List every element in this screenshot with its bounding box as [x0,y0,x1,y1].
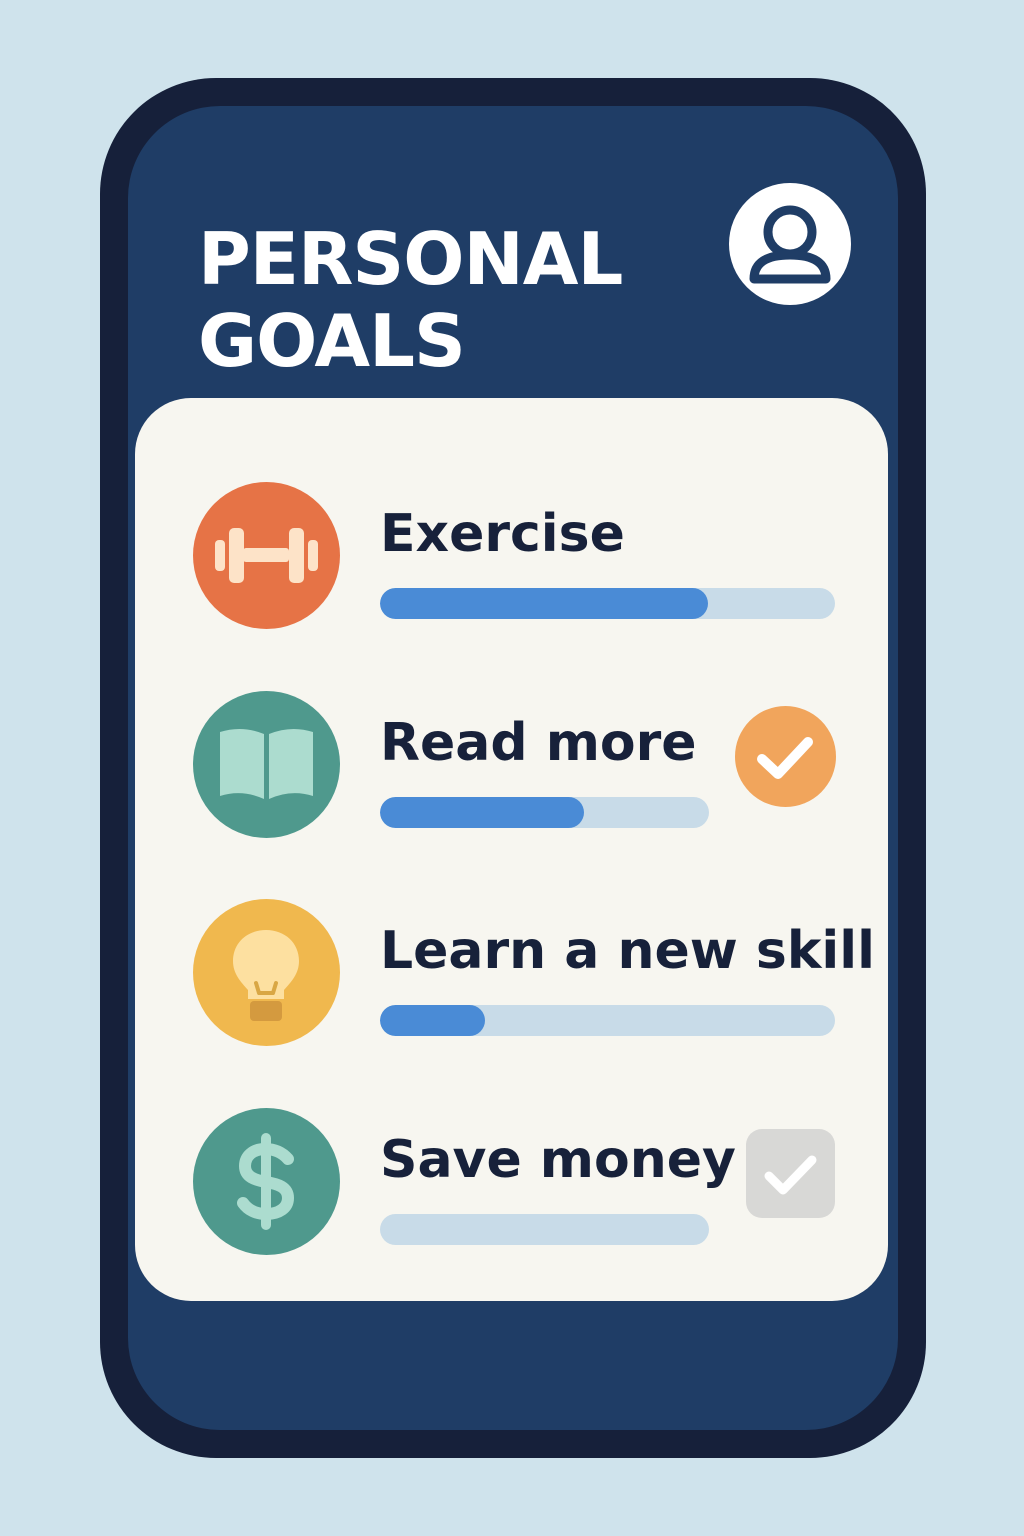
goal-progress-bar[interactable] [380,588,835,619]
goal-progress-bar[interactable] [380,797,709,828]
goal-title: Save money [380,1130,736,1190]
goal-item-read-more[interactable]: Read more [135,691,888,841]
lightbulb-icon [233,930,299,1021]
app-screen: PERSONAL GOALS Exercise Read more Learn … [128,106,898,1430]
dollar-sign-icon [237,1133,295,1230]
goal-icon-badge [193,899,340,1046]
goal-progress-fill [380,588,708,619]
goal-item-save-money[interactable]: Save money [135,1108,888,1258]
goal-title: Read more [380,713,697,773]
goal-checkbox[interactable] [746,1129,835,1218]
goal-title: Learn a new skill [380,921,875,981]
goal-title: Exercise [380,504,625,564]
goal-progress-fill [380,1005,485,1036]
phone-frame: PERSONAL GOALS Exercise Read more Learn … [100,78,926,1458]
goal-progress-bar[interactable] [380,1005,835,1036]
goal-progress-bar[interactable] [380,1214,709,1245]
user-avatar-icon [749,205,831,284]
goal-progress-fill [380,797,584,828]
dumbbell-icon [215,528,318,583]
page-title: PERSONAL GOALS [198,217,623,383]
goal-icon-badge [193,482,340,629]
goal-icon-badge [193,691,340,838]
profile-button[interactable] [729,183,851,305]
checkmark-icon [764,1155,817,1195]
goal-item-learn-a-new-skill[interactable]: Learn a new skill [135,899,888,1049]
goal-icon-badge [193,1108,340,1255]
goal-completed-badge[interactable] [735,706,836,807]
goals-card: Exercise Read more Learn a new skill Sav… [135,398,888,1301]
goal-item-exercise[interactable]: Exercise [135,482,888,632]
checkmark-icon [757,737,813,779]
open-book-icon [220,728,313,799]
